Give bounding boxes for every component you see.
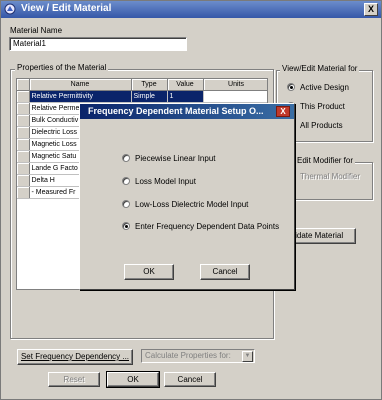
- title-bar[interactable]: View / Edit Material X: [1, 1, 381, 18]
- row-header[interactable]: [17, 126, 30, 139]
- option-label-frequency-data-points[interactable]: Enter Frequency Dependent Data Points: [135, 222, 279, 231]
- dialog-close-button[interactable]: X: [276, 106, 290, 117]
- column-header-value[interactable]: Value: [167, 79, 204, 91]
- row-header[interactable]: [17, 102, 30, 115]
- view-edit-for-title: View/Edit Material for: [280, 64, 360, 73]
- dialog-ok-button[interactable]: OK: [124, 264, 174, 280]
- row-header[interactable]: [17, 186, 30, 199]
- chevron-down-icon: ▼: [242, 351, 253, 362]
- row-header[interactable]: [17, 162, 30, 175]
- property-name: Relative Permittivity: [29, 90, 132, 103]
- thermal-modifier-option[interactable]: Thermal Modifier: [300, 172, 360, 181]
- radio-loss-model[interactable]: [122, 177, 130, 185]
- set-frequency-dependency-button[interactable]: Set Frequency Dependency ...: [17, 349, 133, 365]
- radio-dot: [290, 86, 293, 89]
- properties-group-title: Properties of the Material: [15, 63, 109, 72]
- row-header[interactable]: [17, 138, 30, 151]
- radio-active-design[interactable]: [287, 83, 295, 91]
- radio-frequency-data-points[interactable]: [122, 222, 130, 230]
- dialog-cancel-button[interactable]: Cancel: [200, 264, 250, 280]
- radio-low-loss-dielectric[interactable]: [122, 200, 130, 208]
- app-icon: [4, 3, 16, 15]
- property-value[interactable]: 1: [167, 90, 204, 103]
- material-name-input[interactable]: Material1: [9, 37, 187, 51]
- row-header[interactable]: [17, 114, 30, 127]
- row-header[interactable]: [17, 150, 30, 163]
- property-type[interactable]: Simple: [131, 90, 168, 103]
- radio-label-active-design[interactable]: Active Design: [300, 83, 349, 92]
- column-header-units[interactable]: Units: [203, 79, 267, 91]
- property-units[interactable]: [203, 90, 267, 103]
- cancel-button[interactable]: Cancel: [164, 372, 216, 387]
- material-name-label: Material Name: [10, 26, 63, 35]
- radio-dot: [125, 225, 128, 228]
- option-label-piecewise-linear[interactable]: Piecewise Linear Input: [135, 154, 216, 163]
- column-header-type[interactable]: Type: [131, 79, 168, 91]
- dialog-title-bar[interactable]: Frequency Dependent Material Setup O... …: [80, 104, 294, 119]
- table-row[interactable]: Relative Permittivity Simple 1: [17, 90, 267, 103]
- row-header[interactable]: [17, 174, 30, 187]
- ok-button[interactable]: OK: [106, 371, 160, 388]
- calculate-properties-combo: Calculate Properties for: ▼: [141, 349, 255, 363]
- row-header[interactable]: [17, 90, 30, 103]
- option-label-low-loss-dielectric[interactable]: Low-Loss Dielectric Model Input: [135, 200, 248, 209]
- window-title: View / Edit Material: [21, 3, 112, 14]
- dialog-title: Frequency Dependent Material Setup O...: [88, 106, 264, 116]
- grid-corner: [17, 79, 30, 91]
- option-label-loss-model[interactable]: Loss Model Input: [135, 177, 196, 186]
- reset-button: Reset: [48, 372, 100, 387]
- window-close-button[interactable]: X: [364, 3, 378, 16]
- column-header-name[interactable]: Name: [29, 79, 132, 91]
- radio-label-this-product[interactable]: This Product: [300, 102, 345, 111]
- frequency-dependent-setup-dialog: Frequency Dependent Material Setup O... …: [79, 103, 295, 290]
- calculate-properties-value: Calculate Properties for:: [145, 351, 231, 360]
- radio-piecewise-linear[interactable]: [122, 154, 130, 162]
- radio-label-all-products[interactable]: All Products: [300, 121, 343, 130]
- edit-modifier-title: Edit Modifier for: [295, 156, 356, 165]
